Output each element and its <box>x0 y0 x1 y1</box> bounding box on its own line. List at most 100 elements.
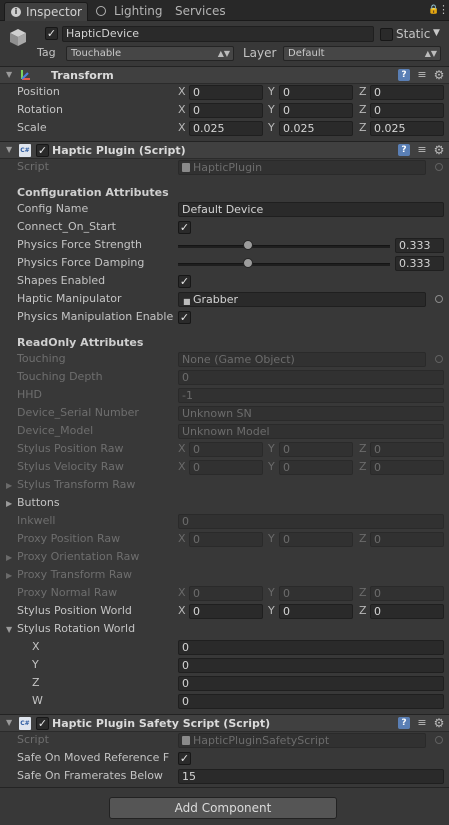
transform-title: Transform <box>51 69 114 82</box>
config-name-field[interactable]: Default Device <box>178 202 444 217</box>
add-component-button[interactable]: Add Component <box>109 797 337 819</box>
object-picker-icon <box>435 355 443 363</box>
rotation-label: Rotation <box>17 103 64 116</box>
settings-gear-icon[interactable]: ⚙ <box>433 144 445 156</box>
stylus-position-world-z-field[interactable]: 0 <box>370 604 444 619</box>
layer-value: Default <box>288 48 325 59</box>
stylus-rotation-world-x-field[interactable]: 0 <box>178 640 444 655</box>
help-book-icon[interactable]: ? <box>398 69 410 81</box>
rotation-x-field[interactable]: 0 <box>189 103 263 118</box>
axis-x-label: X <box>178 532 186 545</box>
object-picker-icon[interactable] <box>435 295 443 303</box>
haptic-plugin-enabled-checkbox[interactable]: ✓ <box>36 144 49 157</box>
tab-lighting[interactable]: Lighting <box>96 2 166 21</box>
settings-gear-icon[interactable]: ⚙ <box>433 69 445 81</box>
transform-header[interactable]: ▼ Transform ? ≡ ⚙ <box>0 66 449 84</box>
config-name-label: Config Name <box>17 202 89 215</box>
stylus-transform-raw-label: Stylus Transform Raw <box>17 478 136 491</box>
tag-dropdown[interactable]: Touchable ▲▼ <box>66 46 234 61</box>
force-strength-slider-thumb[interactable] <box>243 240 253 250</box>
connect-on-start-checkbox[interactable]: ✓ <box>178 221 191 234</box>
static-dropdown-icon[interactable]: ▼ <box>433 28 440 38</box>
preset-sliders-icon[interactable]: ≡ <box>416 717 428 729</box>
foldout-collapsed-icon[interactable]: ▶ <box>6 499 14 509</box>
rotation-y-field[interactable]: 0 <box>279 103 353 118</box>
help-book-icon[interactable]: ? <box>398 144 410 156</box>
settings-gear-icon[interactable]: ⚙ <box>433 717 445 729</box>
script-label: Script <box>17 160 49 173</box>
configuration-attributes-heading: Configuration Attributes <box>17 186 169 199</box>
device-serial-field: Unknown SN <box>178 406 444 421</box>
force-damping-field[interactable]: 0.333 <box>395 256 444 271</box>
position-z-field[interactable]: 0 <box>370 85 444 100</box>
axis-y-label: Y <box>268 442 275 455</box>
scale-y-field[interactable]: 0.025 <box>279 121 353 136</box>
physics-manipulation-checkbox[interactable]: ✓ <box>178 311 191 324</box>
proxy-normal-raw-x-field: 0 <box>189 586 263 601</box>
hhd-field: -1 <box>178 388 444 403</box>
info-icon: i <box>11 7 21 17</box>
axis-z-label: Z <box>359 532 367 545</box>
device-model-field: Unknown Model <box>178 424 444 439</box>
haptic-plugin-title: Haptic Plugin (Script) <box>52 144 186 157</box>
stylus-velocity-raw-label: Stylus Velocity Raw <box>17 460 124 473</box>
rotation-z-field[interactable]: 0 <box>370 103 444 118</box>
scale-z-field[interactable]: 0.025 <box>370 121 444 136</box>
safe-on-framerates-field[interactable]: 15 <box>178 769 444 784</box>
stylus-position-raw-label: Stylus Position Raw <box>17 442 124 455</box>
foldout-collapsed-icon[interactable]: ▶ <box>6 553 14 563</box>
connect-on-start-label: Connect_On_Start <box>17 220 116 233</box>
proxy-position-raw-label: Proxy Position Raw <box>17 532 121 545</box>
stylus-rotation-world-z-field[interactable]: 0 <box>178 676 444 691</box>
stylus-position-world-label: Stylus Position World <box>17 604 132 617</box>
foldout-expanded-icon[interactable]: ▼ <box>6 70 14 80</box>
shapes-enabled-checkbox[interactable]: ✓ <box>178 275 191 288</box>
layer-dropdown[interactable]: Default ▲▼ <box>283 46 441 61</box>
haptic-manipulator-field[interactable]: ■ Grabber <box>178 292 426 307</box>
foldout-expanded-icon[interactable]: ▼ <box>6 718 14 728</box>
script-file-icon <box>182 736 190 745</box>
object-name-field[interactable]: HapticDevice <box>62 26 374 42</box>
stylus-velocity-raw-x-field: 0 <box>189 460 263 475</box>
haptic-manipulator-label: Haptic Manipulator <box>17 292 122 305</box>
axis-x-label: X <box>178 604 186 617</box>
stylus-rotation-world-y-field[interactable]: 0 <box>178 658 444 673</box>
proxy-normal-raw-y-field: 0 <box>279 586 353 601</box>
touching-label: Touching <box>17 352 66 365</box>
force-strength-slider-track[interactable] <box>178 245 390 248</box>
stylus-position-world-y-field[interactable]: 0 <box>279 604 353 619</box>
force-damping-slider-track[interactable] <box>178 263 390 266</box>
menu-icon[interactable]: ⋮≡ <box>438 3 449 16</box>
safe-on-moved-checkbox[interactable]: ✓ <box>178 752 191 765</box>
preset-sliders-icon[interactable]: ≡ <box>416 144 428 156</box>
foldout-collapsed-icon[interactable]: ▶ <box>6 571 14 581</box>
proxy-orientation-raw-label: Proxy Orientation Raw <box>17 550 140 563</box>
gameobject-cube-icon <box>8 27 28 47</box>
position-label: Position <box>17 85 60 98</box>
force-strength-field[interactable]: 0.333 <box>395 238 444 253</box>
preset-sliders-icon[interactable]: ≡ <box>416 69 428 81</box>
foldout-expanded-icon[interactable]: ▼ <box>6 145 14 155</box>
scale-x-field[interactable]: 0.025 <box>189 121 263 136</box>
tab-inspector[interactable]: i Inspector <box>4 2 88 21</box>
stylus-rotation-world-w-field[interactable]: 0 <box>178 694 444 709</box>
position-x-field[interactable]: 0 <box>189 85 263 100</box>
csharp-script-icon: C# <box>19 717 31 730</box>
stylus-position-raw-y-field: 0 <box>279 442 353 457</box>
active-toggle[interactable]: ✓ <box>45 27 58 40</box>
help-book-icon[interactable]: ? <box>398 717 410 729</box>
force-damping-slider-thumb[interactable] <box>243 258 253 268</box>
foldout-expanded-icon[interactable]: ▼ <box>6 625 14 635</box>
stylus-position-raw-z-field: 0 <box>370 442 444 457</box>
tab-services[interactable]: Services <box>175 2 235 21</box>
safety-script-header[interactable]: ▼ C# ✓ Haptic Plugin Safety Script (Scri… <box>0 714 449 732</box>
rotation-w-label: W <box>32 694 43 707</box>
tag-label: Tag <box>37 46 56 59</box>
foldout-collapsed-icon[interactable]: ▶ <box>6 481 14 491</box>
safety-script-enabled-checkbox[interactable]: ✓ <box>36 717 49 730</box>
tag-dropdown-arrow-icon: ▲▼ <box>217 49 230 58</box>
static-checkbox[interactable] <box>380 28 393 41</box>
haptic-plugin-header[interactable]: ▼ C# ✓ Haptic Plugin (Script) ? ≡ ⚙ <box>0 141 449 159</box>
position-y-field[interactable]: 0 <box>279 85 353 100</box>
stylus-position-world-x-field[interactable]: 0 <box>189 604 263 619</box>
